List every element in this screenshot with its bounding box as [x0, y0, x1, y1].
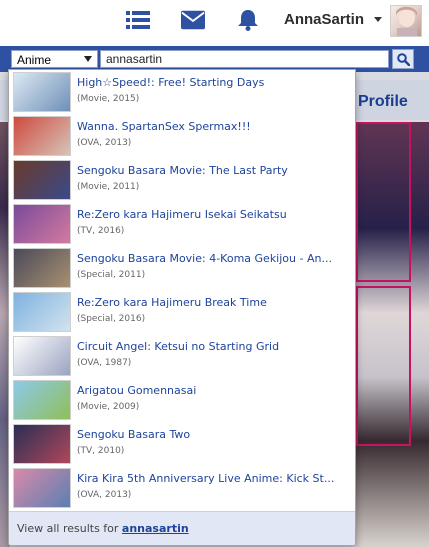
- result-meta: (OVA, 2013): [77, 138, 132, 148]
- result-thumbnail[interactable]: [13, 248, 71, 288]
- result-meta: (OVA, 2013): [77, 490, 132, 500]
- search-type-select[interactable]: Anime: [11, 50, 98, 68]
- result-meta: (TV, 2010): [77, 446, 125, 456]
- search-icon: [396, 52, 410, 66]
- bell-icon[interactable]: [236, 9, 260, 31]
- result-title[interactable]: Re:Zero kara Hajimeru Break Time: [77, 296, 349, 309]
- search-results-dropdown: High☆Speed!: Free! Starting Days (Movie, …: [8, 69, 356, 546]
- result-item[interactable]: Re:Zero kara Hajimeru Break Time (Special…: [9, 290, 355, 334]
- result-list: High☆Speed!: Free! Starting Days (Movie, …: [9, 70, 355, 510]
- result-thumbnail[interactable]: [13, 424, 71, 464]
- result-thumbnail[interactable]: [13, 292, 71, 332]
- result-item[interactable]: Sengoku Basara Two (TV, 2010): [9, 422, 355, 466]
- result-item[interactable]: High☆Speed!: Free! Starting Days (Movie, …: [9, 70, 355, 114]
- avatar[interactable]: [390, 5, 422, 37]
- chevron-down-icon[interactable]: [374, 17, 382, 22]
- result-title[interactable]: Re:Zero kara Hajimeru Isekai Seikatsu: [77, 208, 349, 221]
- result-thumbnail[interactable]: [13, 160, 71, 200]
- result-item[interactable]: Circuit Angel: Ketsui no Starting Grid (O…: [9, 334, 355, 378]
- view-all-prefix: View all results for: [17, 522, 122, 535]
- view-all-results[interactable]: View all results for annasartin: [9, 511, 355, 545]
- search-button[interactable]: [392, 49, 414, 69]
- result-thumbnail[interactable]: [13, 336, 71, 376]
- result-title[interactable]: Wanna. SpartanSex Spermax!!!: [77, 120, 349, 133]
- result-title[interactable]: Sengoku Basara Two: [77, 428, 349, 441]
- result-meta: (Movie, 2009): [77, 402, 140, 412]
- result-title[interactable]: Sengoku Basara Movie: 4-Koma Gekijou - A…: [77, 252, 349, 265]
- result-title[interactable]: Sengoku Basara Movie: The Last Party: [77, 164, 349, 177]
- mail-icon[interactable]: [181, 9, 205, 31]
- list-icon[interactable]: [126, 9, 150, 31]
- top-header: AnnaSartin: [0, 0, 429, 42]
- result-thumbnail[interactable]: [13, 116, 71, 156]
- search-input[interactable]: [100, 50, 389, 68]
- view-all-text: View all results for annasartin: [17, 522, 189, 535]
- username[interactable]: AnnaSartin: [284, 11, 364, 28]
- result-meta: (OVA, 1987): [77, 358, 132, 368]
- result-thumbnail[interactable]: [13, 380, 71, 420]
- result-item[interactable]: Sengoku Basara Movie: 4-Koma Gekijou - A…: [9, 246, 355, 290]
- search-type-value: Anime: [17, 53, 52, 67]
- result-item[interactable]: Wanna. SpartanSex Spermax!!! (OVA, 2013): [9, 114, 355, 158]
- view-all-query-link[interactable]: annasartin: [122, 522, 189, 535]
- result-meta: (Special, 2016): [77, 314, 146, 324]
- select-caret-icon: [84, 56, 92, 62]
- result-meta: (Movie, 2015): [77, 94, 140, 104]
- result-thumbnail[interactable]: [13, 468, 71, 508]
- result-meta: (Special, 2011): [77, 270, 146, 280]
- result-meta: (TV, 2016): [77, 226, 125, 236]
- result-thumbnail[interactable]: [13, 72, 71, 112]
- result-item[interactable]: Arigatou Gomennasai (Movie, 2009): [9, 378, 355, 422]
- result-item[interactable]: Sengoku Basara Movie: The Last Party (Mov…: [9, 158, 355, 202]
- result-item[interactable]: Kira Kira 5th Anniversary Live Anime: Ki…: [9, 466, 355, 510]
- result-thumbnail[interactable]: [13, 204, 71, 244]
- result-title[interactable]: Arigatou Gomennasai: [77, 384, 349, 397]
- result-meta: (Movie, 2011): [77, 182, 140, 192]
- result-title[interactable]: Kira Kira 5th Anniversary Live Anime: Ki…: [77, 472, 349, 485]
- result-item[interactable]: Re:Zero kara Hajimeru Isekai Seikatsu (TV…: [9, 202, 355, 246]
- result-title[interactable]: High☆Speed!: Free! Starting Days: [77, 76, 349, 89]
- result-title[interactable]: Circuit Angel: Ketsui no Starting Grid: [77, 340, 349, 353]
